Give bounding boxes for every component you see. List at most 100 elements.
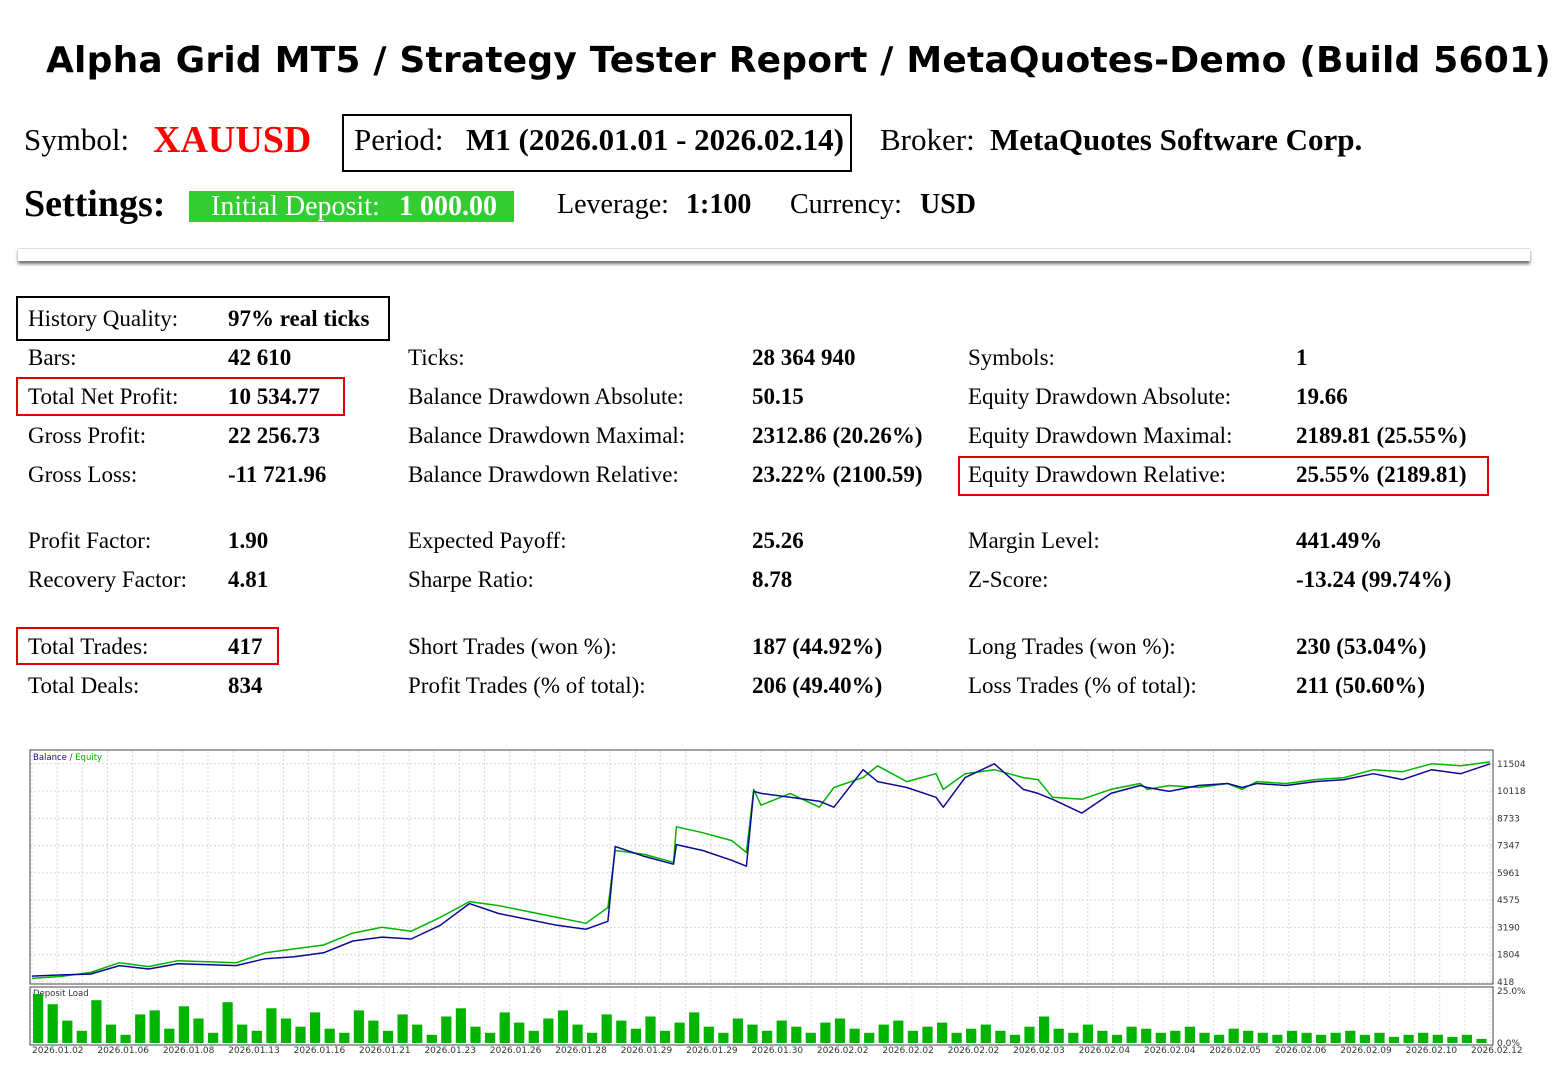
y-tick-label: 5961	[1497, 869, 1520, 879]
deposit-load-bar	[1155, 1032, 1166, 1043]
x-tick-label: 2026.01.26	[490, 1046, 542, 1056]
deposit-load-bar	[1418, 1032, 1429, 1043]
leverage-value: 1:100	[686, 189, 752, 220]
x-tick-label: 2026.02.06	[1275, 1046, 1327, 1056]
z-score-label: Z-Score:	[968, 567, 1049, 592]
deposit-load-bar	[1141, 1028, 1152, 1043]
gross-loss-value: -11 721.96	[228, 462, 327, 487]
deposit-load-bar	[1345, 1030, 1356, 1043]
deposit-load-bar	[135, 1014, 146, 1043]
legend-balance: Balance	[33, 753, 67, 763]
deposit-load-bar	[587, 1032, 598, 1043]
symbols-label: Symbols:	[968, 345, 1055, 370]
deposit-load-bar	[703, 1026, 714, 1043]
equity-dd-max-label: Equity Drawdown Maximal:	[968, 423, 1233, 448]
x-tick-label: 2026.02.03	[1013, 1046, 1065, 1056]
deposit-load-bar	[747, 1024, 758, 1043]
broker-value: MetaQuotes Software Corp.	[990, 122, 1363, 157]
deposit-load-bar	[864, 1032, 875, 1043]
total-trades-label: Total Trades:	[28, 634, 149, 659]
broker-label: Broker:	[880, 122, 975, 157]
deposit-load-bar	[470, 1026, 481, 1043]
legend-equity: Equity	[75, 753, 102, 763]
deposit-load-bar	[718, 1032, 729, 1043]
currency-value: USD	[920, 189, 977, 220]
deposit-load-bar	[485, 1032, 496, 1043]
ticks-value: 28 364 940	[752, 345, 856, 370]
deposit-load-bar	[1257, 1032, 1268, 1043]
deposit-load-bar	[557, 1010, 569, 1043]
loss-trades-value: 211 (50.60%)	[1296, 673, 1426, 698]
gross-loss-label: Gross Loss:	[28, 462, 138, 487]
deposit-load-bar	[528, 1030, 539, 1043]
deposit-load-bar	[995, 1030, 1006, 1043]
deposit-load-bar	[1461, 1034, 1472, 1043]
deposit-load-bar	[543, 1018, 554, 1043]
balance-dd-abs-value: 50.15	[752, 384, 804, 409]
x-tick-label: 2026.01.08	[163, 1046, 215, 1056]
deposit-load-bar	[208, 1032, 219, 1043]
history-quality-label: History Quality:	[28, 306, 179, 331]
deposit-load-bar	[280, 1018, 292, 1043]
deposit-load-bar	[937, 1022, 948, 1043]
x-tick-label: 2026.02.02	[817, 1046, 869, 1056]
x-tick-label: 2026.01.23	[424, 1046, 476, 1056]
deposit-load-bar	[980, 1024, 991, 1043]
bars-label: Bars:	[28, 345, 77, 370]
deposit-load-bar	[1301, 1032, 1312, 1043]
deposit-load-bar	[601, 1014, 612, 1043]
deposit-load-bar	[1272, 1034, 1283, 1043]
x-tick-label: 2026.02.05	[1209, 1046, 1261, 1056]
symbol-label: Symbol:	[24, 122, 130, 157]
recovery-factor-value: 4.81	[228, 567, 269, 592]
gross-profit-value: 22 256.73	[228, 423, 320, 448]
deposit-load-bar	[1359, 1034, 1370, 1043]
deposit-load-bar	[193, 1018, 204, 1043]
deposit-load-bar	[951, 1032, 962, 1043]
balance-equity-chart: Balance / Equity Deposit Load 4181804319…	[29, 749, 1526, 1056]
x-tick-label: 2026.01.02	[32, 1046, 84, 1056]
deposit-load-bar	[572, 1024, 583, 1043]
x-tick-label: 2026.01.16	[294, 1046, 346, 1056]
ticks-label: Ticks:	[408, 345, 465, 370]
expected-payoff-value: 25.26	[752, 528, 804, 553]
deposit-load-bar	[1476, 1038, 1487, 1043]
deposit-load-bar	[878, 1024, 889, 1043]
deposit-load-bar	[732, 1018, 743, 1043]
x-tick-label: 2026.01.29	[621, 1046, 673, 1056]
symbols-value: 1	[1296, 345, 1308, 370]
deposit-load-bar	[1184, 1026, 1195, 1043]
deposit-load-bar	[237, 1024, 248, 1043]
total-trades-value: 417	[228, 634, 263, 659]
symbol-value: XAUUSD	[153, 119, 312, 161]
sharpe-ratio-label: Sharpe Ratio:	[408, 567, 534, 592]
deposit-load-bar	[514, 1022, 525, 1043]
deposit-load-bar	[849, 1028, 860, 1043]
x-tick-label: 2026.02.04	[1144, 1046, 1196, 1056]
x-tick-label: 2026.01.29	[686, 1046, 738, 1056]
deposit-load-bar	[645, 1016, 656, 1043]
deposit-load-bar	[1199, 1032, 1210, 1043]
deposit-load-bar	[412, 1024, 423, 1043]
deposit-load-bar	[1170, 1030, 1181, 1043]
deposit-load-bar	[1126, 1026, 1137, 1043]
profit-trades-value: 206 (49.40%)	[752, 673, 883, 698]
equity-dd-abs-label: Equity Drawdown Absolute:	[968, 384, 1232, 409]
deposit-load-bar	[762, 1030, 773, 1043]
deposit-load-bar	[922, 1026, 933, 1043]
deposit-load-bar	[630, 1028, 641, 1043]
deposit-value: 1 000.00	[399, 191, 497, 222]
deposit-load-ytick-top: 25.0%	[1497, 987, 1526, 997]
deposit-load-bar	[339, 1032, 350, 1043]
deposit-load-bar	[441, 1016, 452, 1043]
equity-dd-abs-value: 19.66	[1296, 384, 1348, 409]
recovery-factor-label: Recovery Factor:	[28, 567, 188, 592]
profit-factor-value: 1.90	[228, 528, 269, 553]
deposit-load-bar	[1388, 1036, 1400, 1043]
deposit-load-bar	[149, 1010, 160, 1043]
deposit-load-bar	[324, 1028, 335, 1043]
short-trades-label: Short Trades (won %):	[408, 634, 617, 659]
deposit-load-bar	[1039, 1016, 1050, 1043]
short-trades-value: 187 (44.92%)	[752, 634, 883, 659]
long-trades-value: 230 (53.04%)	[1296, 634, 1427, 659]
